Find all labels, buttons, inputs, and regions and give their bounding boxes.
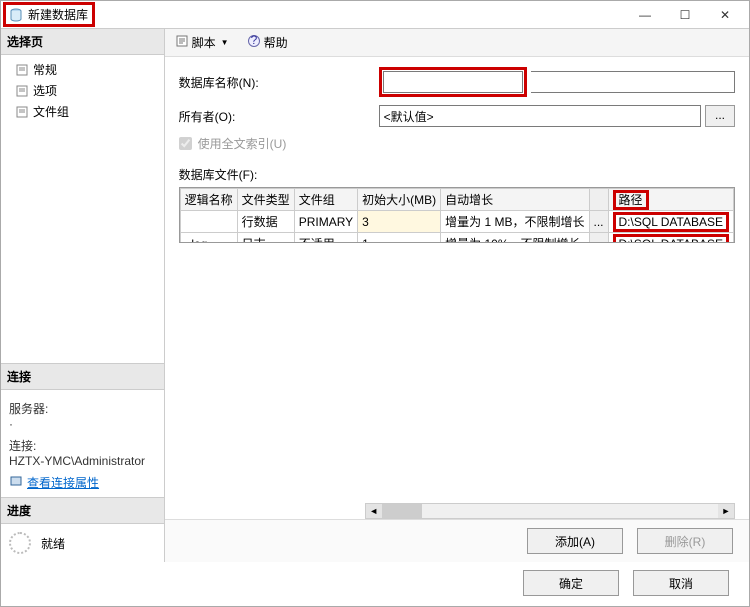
remove-button: 删除(R)	[637, 528, 733, 554]
autogrowth-edit-button[interactable]: ...	[589, 233, 608, 244]
col-logical-name[interactable]: 逻辑名称	[180, 189, 237, 211]
db-name-label: 数据库名称(N):	[179, 74, 379, 91]
tree-item-options[interactable]: 选项	[5, 80, 160, 101]
fulltext-checkbox	[179, 137, 192, 150]
ok-button[interactable]: 确定	[523, 570, 619, 596]
close-button[interactable]: ✕	[705, 2, 745, 28]
col-autogrowth[interactable]: 自动增长	[441, 189, 589, 211]
fulltext-label: 使用全文索引(U)	[198, 135, 287, 152]
page-icon	[15, 84, 29, 98]
tree-label: 选项	[33, 82, 57, 99]
window-title: 新建数据库	[28, 6, 88, 23]
svg-text:?: ?	[250, 34, 257, 47]
progress-header: 进度	[1, 498, 164, 524]
db-icon	[8, 7, 24, 23]
right-pane: 脚本 ▼ ? 帮助 数据库名称(N): 所有者(O): <默认值>	[165, 29, 749, 562]
link-icon	[9, 474, 23, 491]
grid-header-row: 逻辑名称 文件类型 文件组 初始大小(MB) 自动增长 路径	[180, 189, 733, 211]
server-label: 服务器:	[9, 400, 156, 417]
chevron-down-icon: ▼	[221, 38, 229, 47]
scroll-thumb[interactable]	[382, 504, 422, 518]
connection-label: 连接:	[9, 437, 156, 454]
titlebar: 新建数据库 — ☐ ✕	[1, 1, 749, 29]
col-path[interactable]: 路径	[608, 189, 733, 211]
progress-spinner-icon	[9, 532, 31, 554]
script-button[interactable]: 脚本 ▼	[171, 32, 233, 53]
horizontal-scrollbar[interactable]: ◄ ►	[365, 503, 735, 519]
help-icon: ?	[247, 34, 261, 51]
minimize-button[interactable]: —	[625, 2, 665, 28]
left-pane: 选择页 常规 选项 文件组 连接 服务器: · 连接: HZTX-YMC\Adm…	[1, 29, 165, 562]
tree-label: 常规	[33, 61, 57, 78]
col-initial-size[interactable]: 初始大小(MB)	[358, 189, 441, 211]
owner-select[interactable]: <默认值>	[379, 105, 701, 127]
col-filegroup[interactable]: 文件组	[294, 189, 357, 211]
owner-browse-button[interactable]: ...	[705, 105, 735, 127]
col-dots	[589, 189, 608, 211]
db-files-grid[interactable]: 逻辑名称 文件类型 文件组 初始大小(MB) 自动增长 路径 行数据 PRIMA…	[179, 187, 735, 243]
connection-value: HZTX-YMC\Administrator	[9, 454, 156, 468]
server-value: ·	[9, 417, 156, 431]
scroll-left-arrow[interactable]: ◄	[366, 504, 382, 518]
grid-row[interactable]: _log 日志 不适用 1 增量为 10%，不限制增长 ... D:\SQL D…	[180, 233, 733, 244]
page-icon	[15, 63, 29, 77]
add-button[interactable]: 添加(A)	[527, 528, 623, 554]
progress-status: 就绪	[41, 535, 65, 552]
db-name-input[interactable]	[383, 71, 523, 93]
tree-item-general[interactable]: 常规	[5, 59, 160, 80]
tree-label: 文件组	[33, 103, 69, 120]
help-button[interactable]: ? 帮助	[243, 32, 292, 53]
content-toolbar: 脚本 ▼ ? 帮助	[165, 29, 749, 57]
script-icon	[175, 34, 189, 51]
page-tree: 常规 选项 文件组	[1, 55, 164, 126]
owner-label: 所有者(O):	[179, 108, 379, 125]
connection-header: 连接	[1, 364, 164, 390]
tree-item-filegroups[interactable]: 文件组	[5, 101, 160, 122]
select-page-header: 选择页	[1, 29, 164, 55]
db-files-label: 数据库文件(F):	[179, 166, 735, 183]
cancel-button[interactable]: 取消	[633, 570, 729, 596]
view-connection-properties-link[interactable]: 查看连接属性	[9, 474, 156, 491]
col-file-type[interactable]: 文件类型	[237, 189, 294, 211]
maximize-button[interactable]: ☐	[665, 2, 705, 28]
db-name-input-ext[interactable]	[531, 71, 735, 93]
page-icon	[15, 105, 29, 119]
scroll-right-arrow[interactable]: ►	[718, 504, 734, 518]
autogrowth-edit-button[interactable]: ...	[589, 211, 608, 233]
grid-row[interactable]: 行数据 PRIMARY 3 增量为 1 MB，不限制增长 ... D:\SQL …	[180, 211, 733, 233]
